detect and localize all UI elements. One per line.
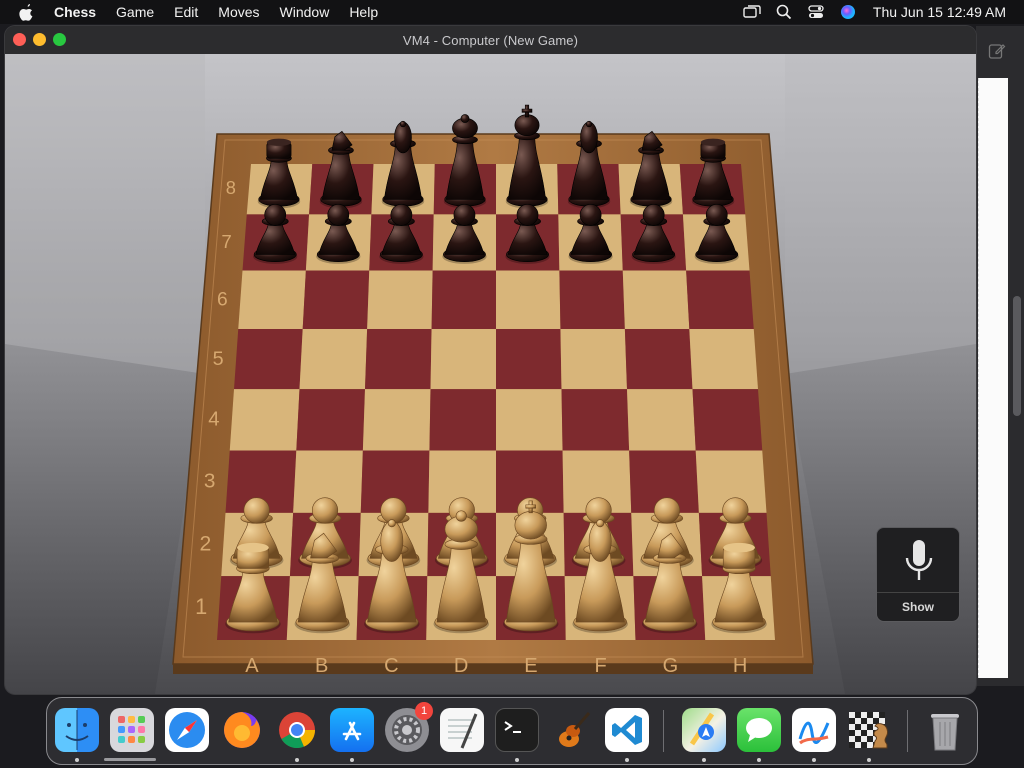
rank-label: 2 [199,531,211,555]
spotlight-icon[interactable] [775,3,793,21]
menu-moves[interactable]: Moves [218,0,259,24]
dock: 1 [46,697,978,765]
square-e5[interactable] [496,329,562,390]
square-b6[interactable] [302,270,370,330]
square-g5[interactable] [624,329,693,390]
title-bar[interactable]: VM4 - Computer (New Game) [5,26,976,54]
messages-icon[interactable] [737,708,781,752]
menu-clock[interactable]: Thu Jun 15 12:49 AM [873,4,1006,20]
square-c6[interactable] [367,270,433,330]
terminal-running-dot [515,758,519,762]
vscode-running-dot [625,758,629,762]
file-label: A [245,655,259,677]
file-label: F [595,655,607,677]
voice-show-button[interactable]: Show [877,600,959,614]
square-g4[interactable] [627,389,696,451]
microphone-icon[interactable] [903,538,935,586]
launchpad-progress [104,758,156,761]
file-label: E [524,655,537,677]
chrome-running-dot [295,758,299,762]
settings-badge: 1 [415,702,433,720]
square-f6[interactable] [559,270,625,330]
safari-icon[interactable] [165,708,209,752]
file-label: C [384,655,398,677]
menu-bar: Chess Game Edit Moves Window Help Thu Ju… [0,0,1024,24]
file-label: G [663,655,679,677]
voice-separator [877,592,959,593]
square-f5[interactable] [560,329,627,390]
rank-label: 8 [226,177,236,198]
scrollbar-thumb[interactable] [1013,296,1021,416]
square-b5[interactable] [299,329,368,390]
window-title: VM4 - Computer (New Game) [402,32,579,48]
maps-icon[interactable] [682,708,726,752]
rank-label: 4 [208,409,219,431]
square-e4[interactable] [496,389,563,451]
menu-game[interactable]: Game [116,0,154,24]
chess-board-3d[interactable]: 1 2 3 4 5 6 7 8 A B C D E F G H [5,54,976,694]
rank-label: 1 [195,594,207,619]
square-b4[interactable] [296,389,365,451]
square-a4[interactable] [229,389,300,451]
vscode-icon[interactable] [605,708,649,752]
finder-running-dot [75,758,79,762]
maps-running-dot [702,758,706,762]
square-d4[interactable] [429,389,496,451]
square-a6[interactable] [238,270,306,330]
rank-label: 7 [221,231,231,252]
rank-label: 5 [213,348,224,370]
file-label: B [315,655,328,677]
square-c4[interactable] [362,389,431,451]
square-d5[interactable] [430,329,497,390]
messages-running-dot [757,758,761,762]
freeform-running-dot [812,758,816,762]
terminal-icon[interactable] [495,708,539,752]
file-label: D [454,655,468,677]
control-center-icon[interactable] [807,3,825,21]
chess-window: VM4 - Computer (New Game) 1 2 3 4 5 6 7 … [5,26,976,694]
apple-icon[interactable] [18,3,36,21]
menu-window[interactable]: Window [280,0,330,24]
launchpad-icon[interactable] [110,708,154,752]
compose-icon[interactable] [988,42,1006,60]
screen-mirror-icon[interactable] [743,3,761,21]
freeform-icon[interactable] [792,708,836,752]
firefox-icon[interactable] [220,708,264,752]
dock-separator [663,710,664,752]
chess-icon[interactable] [847,708,891,752]
square-a5[interactable] [234,329,303,390]
app-store-running-dot [350,758,354,762]
board-squares[interactable] [217,164,775,640]
square-c5[interactable] [365,329,432,390]
dock-separator-2 [907,710,908,752]
chrome-icon[interactable] [275,708,319,752]
trash-icon[interactable] [923,708,967,752]
rank-label: 3 [204,470,216,493]
siri-icon[interactable] [839,3,857,21]
rank-label: 6 [217,290,228,311]
finder-icon[interactable] [55,708,99,752]
menu-help[interactable]: Help [349,0,378,24]
window-close-button[interactable] [13,33,26,46]
garageband-icon[interactable] [550,708,594,752]
square-h4[interactable] [692,389,763,451]
window-minimize-button[interactable] [33,33,46,46]
menu-app-chess[interactable]: Chess [54,0,96,24]
voice-control-panel[interactable]: Show [876,527,960,622]
textedit-icon[interactable] [440,708,484,752]
square-f4[interactable] [561,389,630,451]
square-g6[interactable] [622,270,690,330]
background-window [976,26,1024,686]
chess-running-dot [867,758,871,762]
app-store-icon[interactable] [330,708,374,752]
square-h5[interactable] [689,329,758,390]
document-page [978,78,1008,678]
square-h6[interactable] [686,270,754,330]
file-label: H [733,655,747,677]
window-zoom-button[interactable] [53,33,66,46]
square-d6[interactable] [431,270,496,330]
square-e6[interactable] [496,270,561,330]
menu-edit[interactable]: Edit [174,0,198,24]
